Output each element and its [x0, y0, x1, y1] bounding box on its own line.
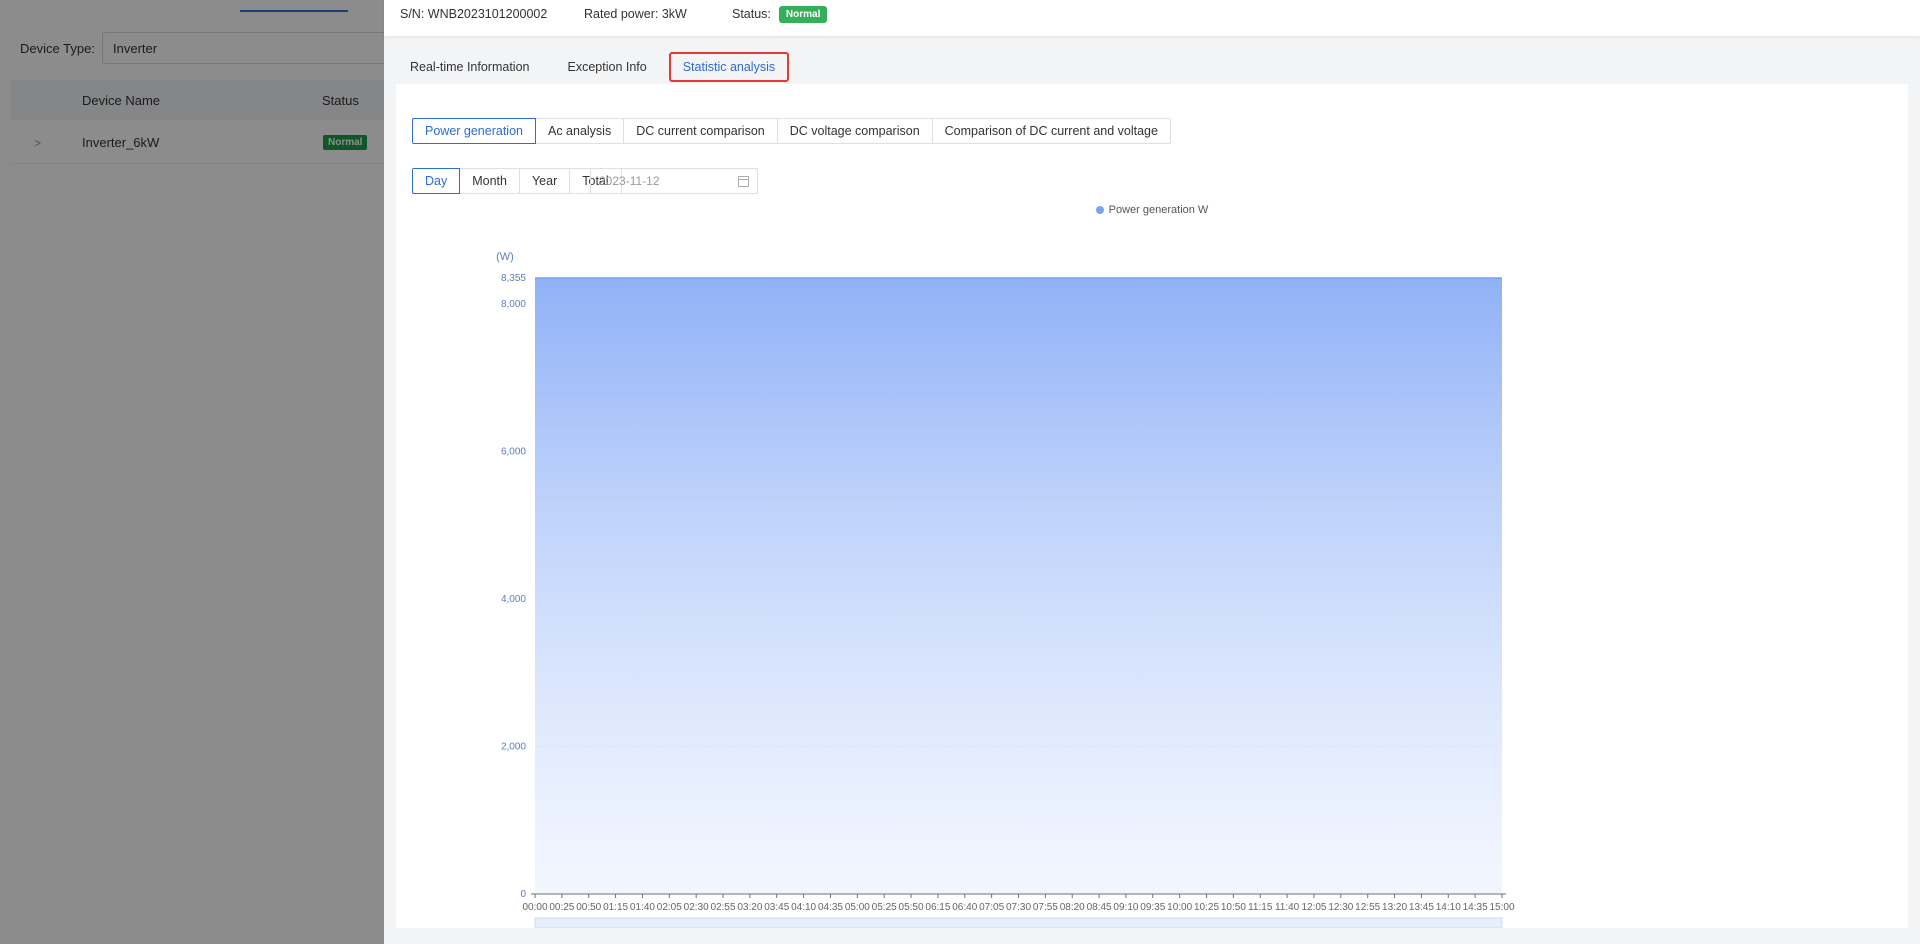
x-tick-label: 11:40 [1275, 902, 1300, 913]
x-tick-label: 09:10 [1113, 902, 1138, 913]
serial-number-label: S/N: [400, 7, 425, 21]
x-tick-label: 07:30 [1006, 902, 1031, 913]
serial-number: S/N: WNB2023101200002 [400, 0, 547, 28]
x-tick-label: 01:15 [603, 902, 628, 913]
chart-svg: 00:00 00:25 00:50 01:15 01:40 02:05 02:30 02:55… [496, 251, 1515, 928]
x-tick-label: 00:25 [549, 902, 574, 913]
x-tick-label: 15:00 [1489, 902, 1514, 913]
period-day-button[interactable]: Day [412, 168, 461, 194]
x-tick-label: 10:50 [1221, 902, 1246, 913]
x-tick-label: 08:20 [1060, 902, 1085, 913]
tab-statistic-analysis[interactable]: Statistic analysis [668, 52, 790, 82]
x-tick-label: 05:50 [899, 902, 924, 913]
y-tick-label: 4,000 [501, 594, 526, 605]
x-tick-label: 06:40 [952, 902, 977, 913]
calendar-icon[interactable] [738, 175, 749, 187]
dc-current-comparison-button[interactable]: DC current comparison [623, 118, 778, 144]
x-tick-label: 03:20 [737, 902, 762, 913]
rated-power: Rated power: 3kW [584, 0, 687, 28]
period-month-button[interactable]: Month [459, 168, 520, 194]
x-tick-label: 02:05 [657, 902, 682, 913]
x-tick-label: 04:35 [818, 902, 843, 913]
dc-current-voltage-comparison-button[interactable]: Comparison of DC current and voltage [931, 118, 1171, 144]
device-info-header: S/N: WNB2023101200002 Rated power: 3kW S… [384, 0, 1920, 36]
x-tick-label: 07:05 [979, 902, 1004, 913]
dc-voltage-comparison-button[interactable]: DC voltage comparison [776, 118, 933, 144]
y-axis-label: (W) [496, 251, 514, 263]
y-tick-label: 2,000 [501, 742, 526, 753]
period-year-button[interactable]: Year [518, 168, 571, 194]
analysis-type-selector: Power generation Ac analysis DC current … [412, 118, 1171, 144]
ac-analysis-button[interactable]: Ac analysis [534, 118, 625, 144]
x-tick-label: 07:55 [1033, 902, 1058, 913]
y-tick-label: 6,000 [501, 447, 526, 458]
x-tick-label: 03:45 [764, 902, 789, 913]
x-tick-label: 11:15 [1248, 902, 1273, 913]
x-tick-label: 01:40 [630, 902, 655, 913]
data-zoom-slider[interactable] [534, 917, 1503, 928]
date-picker-input[interactable]: 2023-11-12 [590, 168, 758, 194]
y-tick-label: 0 [520, 889, 526, 900]
x-tick-label: 13:45 [1409, 902, 1434, 913]
statistic-analysis-panel: Power generation Ac analysis DC current … [396, 84, 1908, 928]
x-tick-label: 12:55 [1355, 902, 1380, 913]
x-tick-label: 12:30 [1328, 902, 1353, 913]
status-label: Status: [732, 7, 771, 21]
area-series-power-generation [535, 278, 1502, 894]
x-tick-label: 05:00 [845, 902, 870, 913]
x-tick-label: 04:10 [791, 902, 816, 913]
y-tick-label: 8,355 [501, 273, 526, 284]
x-tick-label: 09:35 [1140, 902, 1165, 913]
detail-tabs: Real-time Information Exception Info Sta… [394, 52, 795, 82]
modal-mask[interactable] [0, 0, 384, 944]
x-tick-label: 12:05 [1301, 902, 1326, 913]
serial-number-value: WNB2023101200002 [427, 7, 548, 21]
date-value: 2023-11-12 [599, 174, 660, 188]
y-tick-label: 8,000 [501, 299, 526, 310]
x-tick-label: 05:25 [872, 902, 897, 913]
tab-real-time-information[interactable]: Real-time Information [394, 52, 546, 82]
device-detail-drawer: S/N: WNB2023101200002 Rated power: 3kW S… [384, 0, 1920, 944]
x-tick-label: 08:45 [1087, 902, 1112, 913]
x-tick-label: 14:10 [1436, 902, 1461, 913]
rated-power-value: 3kW [661, 7, 687, 21]
device-status: Status: Normal [732, 0, 828, 28]
x-tick-label: 13:20 [1382, 902, 1407, 913]
x-tick-label: 06:15 [925, 902, 950, 913]
rated-power-label: Rated power: [584, 7, 659, 21]
status-badge: Normal [778, 5, 828, 23]
x-tick-label: 00:50 [576, 902, 601, 913]
x-tick-label: 10:00 [1167, 902, 1192, 913]
x-tick-label: 14:35 [1463, 902, 1488, 913]
x-tick-label: 02:55 [711, 902, 736, 913]
x-tick-label: 02:30 [684, 902, 709, 913]
tab-exception-info[interactable]: Exception Info [552, 52, 663, 82]
power-generation-chart: Power generation W 00:00 00:25 00:50 01:15 0… [396, 204, 1908, 928]
power-generation-button[interactable]: Power generation [412, 118, 536, 144]
x-tick-label: 00:00 [522, 902, 547, 913]
x-tick-label: 10:25 [1194, 902, 1219, 913]
